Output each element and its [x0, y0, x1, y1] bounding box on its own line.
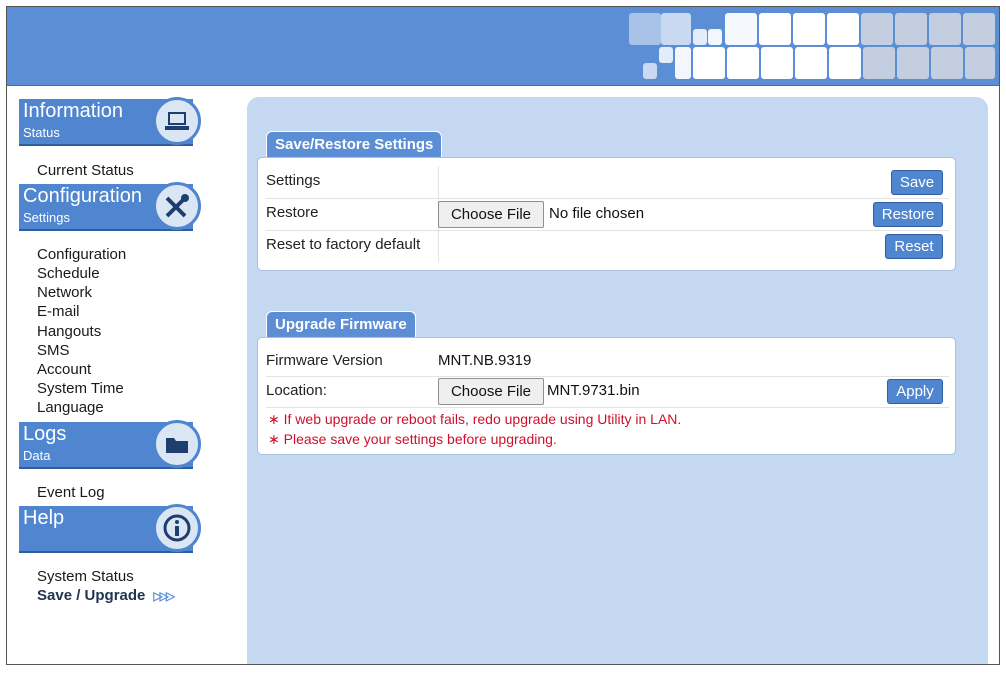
nav-link-configuration[interactable]: Configuration [37, 245, 126, 264]
reset-label: Reset to factory default [266, 230, 439, 262]
firmware-version-value: MNT.NB.9319 [438, 352, 532, 369]
nav-link-label: Save / Upgrade [37, 587, 146, 604]
banner-tile [895, 13, 927, 45]
firmware-version-row: Firmware Version MNT.NB.9319 [266, 346, 949, 377]
banner-tile [693, 29, 707, 45]
banner-tile [661, 13, 691, 45]
banner-tile [795, 47, 827, 79]
section-title: Logs [23, 423, 67, 445]
restore-choose-file-button[interactable]: Choose File [438, 201, 544, 228]
section-logs[interactable]: Logs Data [19, 420, 201, 469]
settings-row: Settings Save [266, 166, 949, 199]
tab-save-restore[interactable]: Save/Restore Settings [266, 131, 443, 159]
sidebar: Information Status Current Status Config… [7, 85, 245, 664]
settings-label: Settings [266, 166, 439, 198]
banner-tile [965, 47, 995, 79]
nav-link-system-status[interactable]: System Status [37, 567, 134, 586]
section-title: Configuration [23, 185, 142, 207]
laptop-icon [153, 97, 201, 145]
nav-link-hangouts[interactable]: Hangouts [37, 322, 101, 341]
upgrade-firmware-panel: Firmware Version MNT.NB.9319 Location: C… [258, 338, 955, 454]
firmware-version-label: Firmware Version [266, 352, 383, 369]
banner-tile [861, 13, 893, 45]
banner-tile [675, 47, 691, 79]
app-window: Information Status Current Status Config… [6, 6, 1000, 665]
reset-row: Reset to factory default Reset [266, 230, 949, 262]
firmware-file-name: MNT.9731.bin [547, 382, 640, 399]
section-configuration[interactable]: Configuration Settings [19, 182, 201, 231]
save-restore-panel: Settings Save Restore Choose File No fil… [258, 158, 955, 270]
banner-tile [629, 13, 661, 45]
apply-button[interactable]: Apply [887, 379, 943, 404]
nav-link-network[interactable]: Network [37, 283, 92, 302]
banner-tile [693, 47, 725, 79]
banner-tile [863, 47, 895, 79]
restore-label: Restore [266, 198, 439, 230]
location-label: Location: [266, 382, 327, 399]
nav-link-language[interactable]: Language [37, 398, 104, 417]
info-icon [153, 504, 201, 552]
nav-link-system-time[interactable]: System Time [37, 379, 124, 398]
reset-button[interactable]: Reset [885, 234, 943, 259]
banner-tile [929, 13, 961, 45]
section-title: Information [23, 100, 124, 122]
save-button[interactable]: Save [891, 170, 943, 195]
section-subtitle: Data [23, 448, 51, 463]
nav-link-sms[interactable]: SMS [37, 341, 70, 360]
warning-text: ∗ Please save your settings before upgra… [268, 431, 557, 447]
nav-link-account[interactable]: Account [37, 360, 91, 379]
section-help[interactable]: Help [19, 504, 201, 553]
main-content: Save/Restore Settings Settings Save Rest… [247, 97, 988, 664]
banner-tile [725, 13, 757, 45]
banner-tile [897, 47, 929, 79]
section-subtitle: Status [23, 125, 60, 140]
banner-tile [931, 47, 963, 79]
firmware-choose-file-button[interactable]: Choose File [438, 378, 544, 405]
banner-tile [643, 63, 657, 79]
banner-tile [827, 13, 859, 45]
banner-tile [761, 47, 793, 79]
warning-text: ∗ If web upgrade or reboot fails, redo u… [268, 411, 682, 427]
restore-row: Restore Choose File No file chosen Resto… [266, 198, 949, 231]
nav-link-schedule[interactable]: Schedule [37, 264, 100, 283]
folder-icon [153, 420, 201, 468]
banner-tile [727, 47, 759, 79]
banner-tile [793, 13, 825, 45]
banner-tile [708, 29, 722, 45]
nav-link-save-upgrade[interactable]: Save / Upgrade ▷▷▷ [37, 586, 175, 606]
header-banner [7, 7, 999, 86]
banner-tile [829, 47, 861, 79]
restore-file-name: No file chosen [549, 205, 645, 222]
tools-icon [153, 182, 201, 230]
location-row: Location: Choose File MNT.9731.bin Apply [266, 376, 949, 408]
banner-tile [659, 47, 673, 63]
banner-tile [759, 13, 791, 45]
triple-arrow-icon: ▷▷▷ [153, 589, 175, 603]
nav-link-email[interactable]: E-mail [37, 302, 80, 321]
nav-link-current-status[interactable]: Current Status [37, 161, 134, 180]
section-information[interactable]: Information Status [19, 97, 201, 146]
section-title: Help [23, 507, 65, 529]
banner-tile [963, 13, 995, 45]
nav-link-event-log[interactable]: Event Log [37, 483, 105, 502]
tab-upgrade-firmware[interactable]: Upgrade Firmware [266, 311, 416, 339]
section-subtitle: Settings [23, 210, 70, 225]
restore-button[interactable]: Restore [873, 202, 943, 227]
